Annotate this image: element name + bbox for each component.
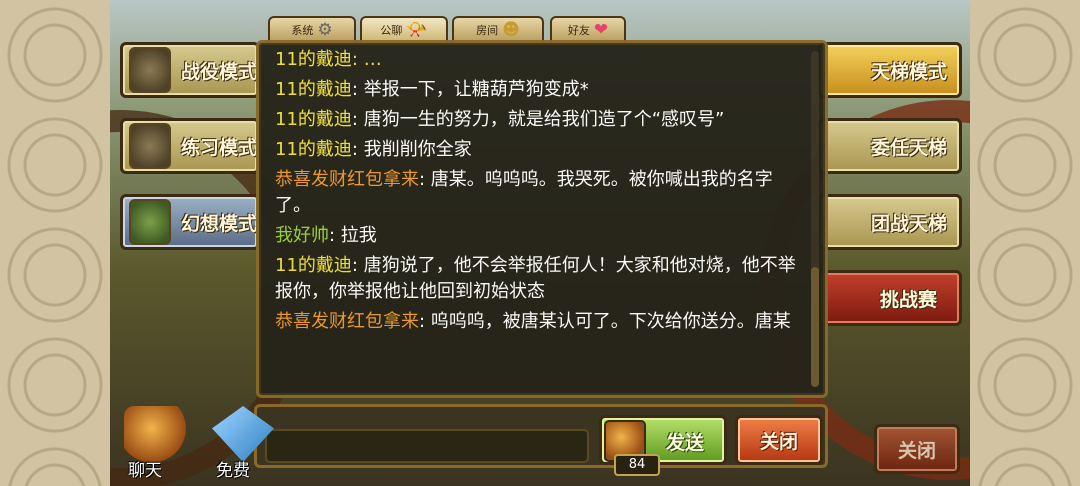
chat-messages[interactable]: 11的戴迪: … 11的戴迪: 举报一下，让糖葫芦狗变成* 11的戴迪: 唐狗一… <box>271 47 797 389</box>
chat-message: 11的戴迪: 唐狗说了，他不会举报任何人！大家和他对烧，他不举报你，你举报他让他… <box>275 253 797 305</box>
campaign-mode-button[interactable]: 战役模式 <box>120 42 260 98</box>
appointed-ladder-button[interactable]: 委任天梯 <box>818 118 962 174</box>
message-sender[interactable]: 11的戴迪 <box>275 109 352 130</box>
message-sender[interactable]: 恭喜发财红包拿来 <box>275 169 419 190</box>
chat-button[interactable]: 聊天 <box>116 404 196 484</box>
tab-public-chat[interactable]: 公聊 📯 <box>360 16 448 42</box>
mode-label: 练习模式 <box>180 136 257 159</box>
message-sender[interactable]: 恭喜发财红包拿来 <box>275 311 419 332</box>
chat-message: 恭喜发财红包拿来: 唐某。呜呜呜。我哭死。被你喊出我的名字了。 <box>275 167 797 219</box>
cards-icon <box>129 123 171 169</box>
message-text: 11的戴迪: … <box>275 49 382 70</box>
chat-button-label: 聊天 <box>128 461 162 481</box>
right-border-pattern <box>970 0 1080 486</box>
mode-label: 天梯模式 <box>870 60 947 83</box>
mode-label: 委任天梯 <box>870 136 947 159</box>
chat-message: 11的戴迪: 举报一下，让糖葫芦狗变成* <box>275 77 797 103</box>
scrollbar-thumb[interactable] <box>811 267 819 387</box>
message-sender[interactable]: 11的戴迪 <box>275 139 352 160</box>
tab-label: 好友 <box>567 24 590 37</box>
team-ladder-button[interactable]: 团战天梯 <box>818 194 962 250</box>
left-border-pattern <box>0 0 110 486</box>
cut-off-message: 11的戴迪: … <box>275 47 797 73</box>
message-text: : 举报一下，让糖葫芦狗变成* <box>351 79 589 100</box>
mode-label: 团战天梯 <box>870 212 947 235</box>
chat-input-bar: 发送 84 关闭 <box>254 404 828 476</box>
send-label: 发送 <box>666 432 705 454</box>
chat-message: 11的戴迪: 唐狗一生的努力，就是给我们造了个“感叹号” <box>275 107 797 133</box>
close-chat-button[interactable]: 关闭 <box>735 415 823 465</box>
free-button[interactable]: 免费 <box>204 404 284 484</box>
tab-label: 房间 <box>476 24 499 37</box>
send-button[interactable]: 发送 84 <box>599 415 727 476</box>
tab-label: 公聊 <box>380 24 403 37</box>
horn-icon <box>124 406 186 462</box>
message-text: : 唐狗一生的努力，就是给我们造了个“感叹号” <box>351 109 725 130</box>
message-sender[interactable]: 11的戴迪 <box>275 255 352 276</box>
chat-message: 恭喜发财红包拿来: 呜呜呜，被唐某认可了。下次给你送分。唐某 <box>275 309 797 335</box>
character-icon: ☻ <box>502 19 520 40</box>
horn-count-badge: 84 <box>614 454 660 476</box>
tab-label: 系统 <box>291 24 314 37</box>
mode-label: 幻想模式 <box>180 212 257 235</box>
mode-label: 战役模式 <box>180 60 257 83</box>
mode-label: 挑战赛 <box>879 288 937 311</box>
free-button-label: 免费 <box>216 461 250 481</box>
castle-icon <box>129 47 171 93</box>
horn-icon: 📯 <box>406 19 428 40</box>
chat-message: 我好帅: 拉我 <box>275 223 797 249</box>
message-text: : 拉我 <box>329 225 377 246</box>
ladder-mode-button[interactable]: 天梯模式 <box>818 42 962 98</box>
message-text: : 唐狗说了，他不会举报任何人！大家和他对烧，他不举报你，你举报他让他回到初始状… <box>275 255 796 302</box>
outer-close-button[interactable]: 关闭 <box>874 424 960 474</box>
message-text: : 呜呜呜，被唐某认可了。下次给你送分。唐某 <box>419 311 791 332</box>
chat-scrollbar[interactable] <box>811 51 819 387</box>
chat-message: 11的戴迪: 我削削你全家 <box>275 137 797 163</box>
challenge-button[interactable]: 挑战赛 <box>818 270 962 326</box>
message-text: : 我削削你全家 <box>351 139 472 160</box>
practice-mode-button[interactable]: 练习模式 <box>120 118 260 174</box>
map-icon <box>129 199 171 245</box>
tab-friends[interactable]: 好友 ❤ <box>550 16 626 42</box>
gem-icon <box>212 406 274 462</box>
gear-icon: ⚙ <box>317 19 333 40</box>
heart-icon: ❤ <box>593 19 609 40</box>
message-sender[interactable]: 我好帅 <box>275 225 329 246</box>
tab-room[interactable]: 房间 ☻ <box>452 16 544 42</box>
tab-system[interactable]: 系统 ⚙ <box>268 16 356 42</box>
message-sender[interactable]: 11的戴迪 <box>275 79 352 100</box>
chat-panel: 11的戴迪: … 11的戴迪: 举报一下，让糖葫芦狗变成* 11的戴迪: 唐狗一… <box>256 40 828 398</box>
fantasy-mode-button[interactable]: 幻想模式 <box>120 194 260 250</box>
chat-input[interactable] <box>265 429 589 463</box>
